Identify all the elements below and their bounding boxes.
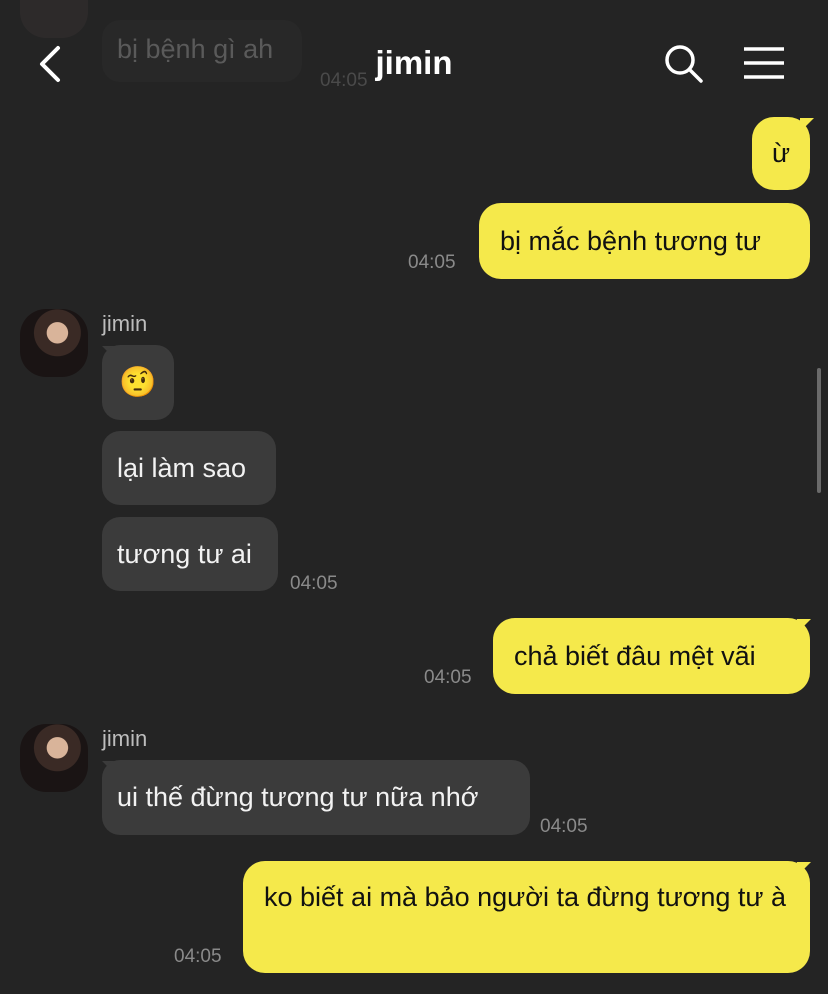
outgoing-message[interactable]: chả biết đâu mệt vãi [493,618,810,694]
message-text: chả biết đâu mệt vãi [514,641,756,671]
outgoing-message[interactable]: ừ [752,117,810,190]
message-time: 04:05 [290,573,338,594]
message-text: bị mắc bệnh tương tư [500,226,761,256]
incoming-message[interactable]: ui thế đừng tương tư nữa nhớ [102,760,530,835]
outgoing-message[interactable]: bị mắc bệnh tương tư [479,203,810,279]
scrollbar[interactable] [817,368,821,493]
incoming-message[interactable]: 🤨 [102,345,174,420]
avatar[interactable] [20,309,88,377]
message-time: 04:05 [174,946,222,967]
search-icon [665,45,703,83]
message-text: lại làm sao [117,453,247,483]
message-text: tương tư ai [117,539,252,569]
sender-name: jimin [102,311,148,336]
message-time: 04:05 [540,816,588,837]
menu-icon [744,47,784,79]
message-text: ui thế đừng tương tư nữa nhớ [117,782,479,812]
emoji-text: 🤨 [119,366,157,399]
message-text: ko biết ai mà bảo người ta đừng tương tư… [264,882,786,912]
sender-name: jimin [102,726,148,751]
message-time: 04:05 [424,667,472,688]
search-button[interactable] [662,42,706,86]
incoming-message[interactable]: tương tư ai [102,517,278,591]
avatar[interactable] [20,724,88,792]
menu-button[interactable] [742,44,786,84]
outgoing-message[interactable]: ko biết ai mà bảo người ta đừng tương tư… [243,861,810,973]
ghost-avatar [20,0,88,38]
incoming-message[interactable]: lại làm sao [102,431,276,505]
message-time: 04:05 [408,252,456,273]
message-text: ừ [771,138,791,168]
